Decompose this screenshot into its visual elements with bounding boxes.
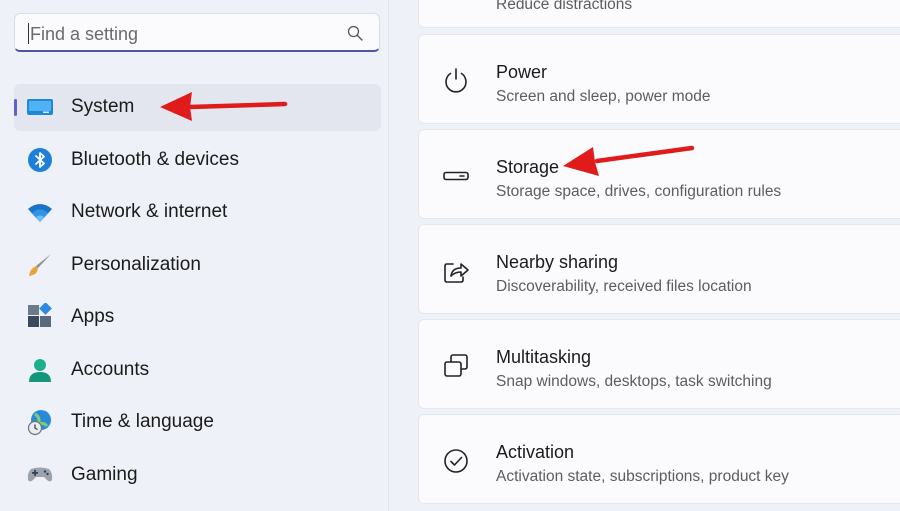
system-display-icon: [27, 99, 53, 115]
paintbrush-icon: [29, 254, 51, 276]
account-icon: [29, 359, 51, 382]
apps-icon: [28, 303, 52, 327]
gamepad-icon: [27, 467, 53, 482]
card-title: Storage: [496, 157, 560, 177]
card-subtitle: Screen and sleep, power mode: [496, 88, 711, 105]
bluetooth-icon: [28, 148, 52, 172]
settings-card-focus[interactable]: Reduce distractions: [418, 0, 900, 28]
sidebar-item-time-language[interactable]: Time & language: [14, 399, 381, 446]
activation-check-icon: [444, 449, 468, 473]
settings-card-multitasking[interactable]: Multitasking Snap windows, desktops, tas…: [418, 319, 900, 409]
sidebar-item-label: Network & internet: [71, 201, 228, 222]
sidebar-item-label: Accounts: [71, 359, 150, 380]
settings-card-storage[interactable]: Storage Storage space, drives, configura…: [418, 129, 900, 219]
search-input[interactable]: Find a setting: [30, 24, 138, 45]
sidebar-item-label: Time & language: [71, 411, 214, 432]
sidebar-item-accounts[interactable]: Accounts: [14, 347, 381, 394]
card-subtitle: Activation state, subscriptions, product…: [496, 468, 789, 485]
sidebar-item-label: Apps: [71, 306, 115, 327]
settings-card-power[interactable]: Power Screen and sleep, power mode: [418, 34, 900, 124]
sidebar-item-personalization[interactable]: Personalization: [14, 242, 381, 289]
multitasking-icon: [444, 354, 468, 377]
sidebar-item-label: Bluetooth & devices: [71, 149, 239, 170]
sidebar-item-apps[interactable]: Apps: [14, 294, 381, 341]
search-box[interactable]: Find a setting: [14, 13, 380, 52]
card-subtitle: Reduce distractions: [496, 0, 633, 13]
wifi-icon: [28, 204, 52, 222]
sidebar-item-bluetooth-devices[interactable]: Bluetooth & devices: [14, 137, 381, 184]
sidebar-item-network-internet[interactable]: Network & internet: [14, 189, 381, 236]
settings-card-activation[interactable]: Activation Activation state, subscriptio…: [418, 414, 900, 504]
card-subtitle: Snap windows, desktops, task switching: [496, 373, 772, 390]
text-caret: [28, 23, 29, 44]
sidebar-item-gaming[interactable]: Gaming: [14, 452, 381, 499]
storage-drive-icon: [443, 171, 469, 181]
power-icon: [445, 68, 467, 93]
settings-card-nearby-sharing[interactable]: Nearby sharing Discoverability, received…: [418, 224, 900, 314]
pane-divider: [388, 0, 389, 511]
card-title: Nearby sharing: [496, 252, 619, 272]
selection-indicator: [14, 99, 17, 116]
globe-clock-icon: [27, 410, 51, 436]
sidebar-item-system[interactable]: System: [14, 84, 381, 131]
sidebar-item-label: Personalization: [71, 254, 201, 275]
search-icon[interactable]: [347, 25, 363, 41]
card-title: Power: [496, 62, 548, 82]
sidebar-item-label: Gaming: [71, 464, 138, 485]
card-subtitle: Discoverability, received files location: [496, 278, 752, 295]
card-title: Multitasking: [496, 347, 592, 367]
card-subtitle: Storage space, drives, configuration rul…: [496, 183, 782, 200]
share-icon: [444, 263, 469, 283]
sidebar-item-label: System: [71, 96, 135, 117]
card-title: Activation: [496, 442, 575, 462]
